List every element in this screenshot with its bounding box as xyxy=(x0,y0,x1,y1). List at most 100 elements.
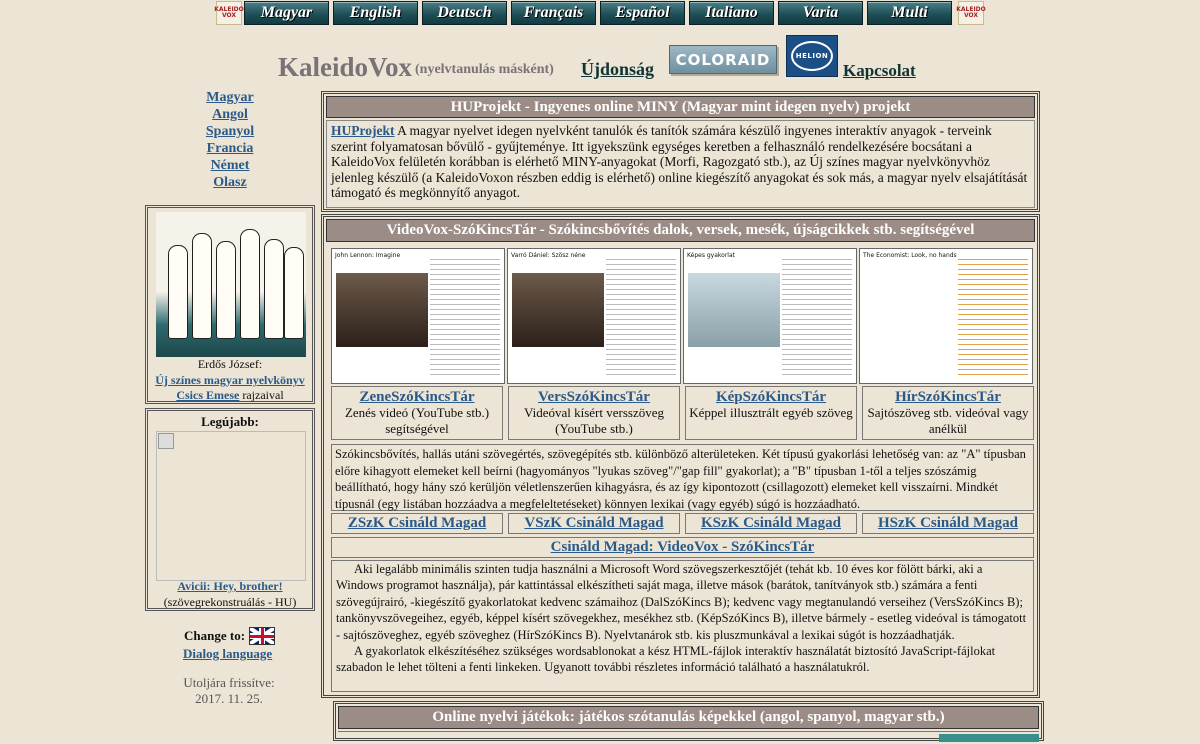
huprojekt-panel: HUProjekt - Ingyenes online MINY (Magyar… xyxy=(321,91,1040,212)
text-lines xyxy=(430,255,500,375)
cell-desc: Zenés videó (YouTube stb.) segítségével xyxy=(344,405,490,436)
book-author: Erdős József: xyxy=(197,357,263,371)
illustration-figure xyxy=(216,241,236,339)
latest-box: Legújabb: Avicii: Hey, brother! (szövegr… xyxy=(145,408,315,611)
cell-kep: KépSzóKincsTár Képpel illusztrált egyéb … xyxy=(685,386,857,440)
lang-button-english[interactable]: English xyxy=(333,1,418,25)
sidebar-link-spanyol[interactable]: Spanyol xyxy=(180,123,280,140)
language-bar: KALEIDO VOX Magyar English Deutsch Franç… xyxy=(214,1,986,25)
csinald-magad-paragraph-1: Aki legalább minimális szinten tudja has… xyxy=(336,562,1027,642)
cm-cell: KSzK Csináld Magad xyxy=(685,513,857,534)
news-link[interactable]: Újdonság xyxy=(581,59,654,80)
huprojekt-body: HUProjekt A magyar nyelvet idegen nyelvk… xyxy=(326,120,1035,208)
lang-button-varia[interactable]: Varia xyxy=(778,1,863,25)
games-title: Online nyelvi játékok: játékos szótanulá… xyxy=(338,706,1039,729)
videovox-thumbnails: John Lennon: Imagine Varró Dániel: Szösz… xyxy=(331,248,1033,384)
illustration-figure xyxy=(264,239,284,339)
szokincstar-cells: ZeneSzóKincsTár Zenés videó (YouTube stb… xyxy=(331,386,1034,442)
games-panel: Online nyelvi játékok: játékos szótanulá… xyxy=(333,701,1044,744)
site-subtitle: (nyelvtanulás másként) xyxy=(415,62,554,77)
illustration-figure xyxy=(284,247,304,339)
huprojekt-text: A magyar nyelvet idegen nyelvként tanuló… xyxy=(331,123,1028,200)
uk-flag-icon[interactable] xyxy=(249,627,276,645)
kaleidovox-logo-icon: KALEIDO VOX xyxy=(214,1,244,25)
latest-image[interactable] xyxy=(156,431,306,581)
illustration-figure xyxy=(168,245,188,339)
vszk-csinald-magad-link[interactable]: VSzK Csináld Magad xyxy=(524,515,663,531)
thumb-zene[interactable]: John Lennon: Imagine xyxy=(331,248,505,384)
csinald-magad-paragraph-2: A gyakorlatok elkészítéséhez szükséges w… xyxy=(336,644,996,675)
updated-label: Utoljára frissítve: xyxy=(183,675,275,690)
lang-button-espanol[interactable]: Español xyxy=(600,1,685,25)
illustration-figure xyxy=(192,233,212,339)
latest-link[interactable]: Avicii: Hey, brother! xyxy=(177,579,282,593)
illustration-figure xyxy=(240,229,260,339)
zene-szokincstar-link[interactable]: ZeneSzóKincsTár xyxy=(360,389,475,405)
book-promo-box: Erdős József: Új színes magyar nyelvköny… xyxy=(145,205,315,404)
games-thumbnail[interactable] xyxy=(939,734,1039,742)
games-body xyxy=(338,731,1039,744)
dialog-language-link[interactable]: Dialog language xyxy=(183,646,272,662)
hir-szokincstar-link[interactable]: HírSzóKincsTár xyxy=(895,389,1001,405)
sidebar-link-olasz[interactable]: Olasz xyxy=(180,174,280,191)
broken-image-icon xyxy=(158,433,174,449)
vers-szokincstar-link[interactable]: VersSzóKincsTár xyxy=(538,389,650,405)
book-title-link[interactable]: Új színes magyar nyelvkönyv xyxy=(155,373,304,387)
latest-header: Legújabb: xyxy=(201,414,259,429)
helion-logo[interactable]: HELION xyxy=(786,35,838,77)
cell-desc: Videóval kísért versszöveg (YouTube stb.… xyxy=(523,405,664,436)
thumb-caption: Varró Dániel: Szösz néne xyxy=(511,252,586,259)
sidebar-link-magyar[interactable]: Magyar xyxy=(180,89,280,106)
huprojekt-link[interactable]: HUProjekt xyxy=(331,123,395,138)
sidebar-link-angol[interactable]: Angol xyxy=(180,106,280,123)
thumb-caption: John Lennon: Imagine xyxy=(335,252,401,259)
site-title: KaleidoVox xyxy=(278,52,413,82)
cell-vers: VersSzóKincsTár Videóval kísért versszöv… xyxy=(508,386,680,440)
thumb-caption: Képes gyakorlat xyxy=(687,252,735,259)
cm-cell: ZSzK Csináld Magad xyxy=(331,513,503,534)
cell-hir: HírSzóKincsTár Sajtószöveg stb. videóval… xyxy=(862,386,1034,440)
latest-link-line: Avicii: Hey, brother! xyxy=(148,579,312,594)
lang-button-deutsch[interactable]: Deutsch xyxy=(422,1,507,25)
video-player xyxy=(512,273,604,347)
illustrator-link[interactable]: Csics Emese xyxy=(176,388,239,402)
videovox-panel: VideoVox-SzóKincsTár - Szókincsbővítés d… xyxy=(321,214,1040,698)
csinald-magad-header: Csináld Magad: VideoVox - SzóKincsTár xyxy=(331,537,1034,558)
sidebar-link-nemet[interactable]: Német xyxy=(180,157,280,174)
lang-button-francais[interactable]: Français xyxy=(511,1,596,25)
lang-button-multi[interactable]: Multi xyxy=(867,1,952,25)
latest-subtitle: (szövegrekonstruálás - HU) xyxy=(163,595,297,609)
huprojekt-title: HUProjekt - Ingyenes online MINY (Magyar… xyxy=(326,96,1035,118)
kszk-csinald-magad-link[interactable]: KSzK Csináld Magad xyxy=(701,515,841,531)
illustrator-line: Csics Emese rajzaival xyxy=(148,388,312,403)
helion-logo-text: HELION xyxy=(791,41,833,71)
book-title-line: Új színes magyar nyelvkönyv xyxy=(148,373,312,388)
thumb-kep[interactable]: Képes gyakorlat xyxy=(683,248,857,384)
coloraid-banner[interactable]: COLORAID xyxy=(669,45,777,74)
text-lines xyxy=(782,255,852,375)
lang-button-magyar[interactable]: Magyar xyxy=(244,1,329,25)
sidebar-language-nav: Magyar Angol Spanyol Francia Német Olasz xyxy=(180,89,280,191)
csinald-magad-videovox-link[interactable]: Csináld Magad: VideoVox - SzóKincsTár xyxy=(551,539,815,555)
lang-button-italiano[interactable]: Italiano xyxy=(689,1,774,25)
thumb-vers[interactable]: Varró Dániel: Szösz néne xyxy=(507,248,681,384)
book-illustration[interactable] xyxy=(156,212,306,357)
last-updated: Utoljára frissítve: 2017. 11. 25. xyxy=(170,675,288,707)
video-player xyxy=(336,273,428,347)
text-lines xyxy=(958,255,1028,375)
cm-cell: VSzK Csináld Magad xyxy=(508,513,680,534)
kep-szokincstar-link[interactable]: KépSzóKincsTár xyxy=(716,389,826,405)
contact-link[interactable]: Kapcsolat xyxy=(843,61,916,81)
zszk-csinald-magad-link[interactable]: ZSzK Csináld Magad xyxy=(348,515,486,531)
sidebar-link-francia[interactable]: Francia xyxy=(180,140,280,157)
change-to-label: Change to: xyxy=(184,628,246,643)
hszk-csinald-magad-link[interactable]: HSzK Csináld Magad xyxy=(878,515,1018,531)
csinald-magad-links: ZSzK Csináld Magad VSzK Csináld Magad KS… xyxy=(331,513,1034,534)
videovox-title: VideoVox-SzóKincsTár - Szókincsbővítés d… xyxy=(326,219,1035,242)
thumb-hir[interactable]: The Economist: Look, no hands xyxy=(859,248,1033,384)
csinald-magad-text: Aki legalább minimális szinten tudja has… xyxy=(331,560,1034,692)
videovox-description: Szókincsbővítés, hallás utáni szövegérté… xyxy=(331,444,1034,511)
cell-zene: ZeneSzóKincsTár Zenés videó (YouTube stb… xyxy=(331,386,503,440)
thumb-caption: The Economist: Look, no hands xyxy=(863,252,957,259)
text-lines xyxy=(606,255,676,375)
